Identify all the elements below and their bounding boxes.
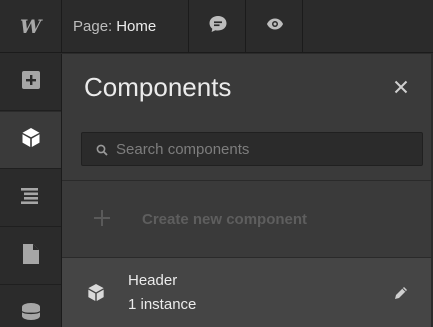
page-selector-name: Home [116,18,157,35]
add-icon [21,70,40,94]
component-list-item[interactable]: Header 1 instance [62,258,433,327]
cms-icon [20,302,41,327]
rail-components-button[interactable] [0,112,61,169]
search-icon [96,143,108,161]
plus-icon [94,207,122,231]
create-component-label: Create new component [142,210,308,228]
close-panel-button[interactable] [390,78,412,100]
edit-component-button[interactable] [392,286,410,304]
comments-button[interactable] [190,0,246,53]
rail-pages-button[interactable] [0,228,61,285]
rail-cms-button[interactable] [0,286,61,327]
logo-button[interactable]: W [0,0,62,53]
preview-button[interactable] [247,0,303,53]
page-selector[interactable]: Page: Home [63,0,189,53]
rail-add-elements-button[interactable] [0,54,61,111]
create-component-button[interactable]: Create new component [62,181,433,257]
pages-icon [22,243,39,269]
search-box [81,132,423,166]
component-cube-icon [87,283,105,307]
webflow-logo: W [19,15,42,38]
page-selector-prefix: Page: [73,18,113,35]
rail-navigator-button[interactable] [0,170,61,227]
left-rail [0,54,62,327]
pencil-icon [394,286,408,305]
search-input[interactable] [116,133,416,165]
components-panel: Components Create new component [62,54,433,327]
panel-title: Components [84,72,232,102]
close-icon [394,80,408,99]
eye-icon [266,17,284,36]
top-bar: W Page: Home [0,0,433,53]
components-icon [21,127,41,153]
comment-icon [208,15,228,38]
navigator-icon [20,187,41,209]
component-name: Header [128,272,178,289]
component-instance-count: 1 instance [128,296,197,313]
